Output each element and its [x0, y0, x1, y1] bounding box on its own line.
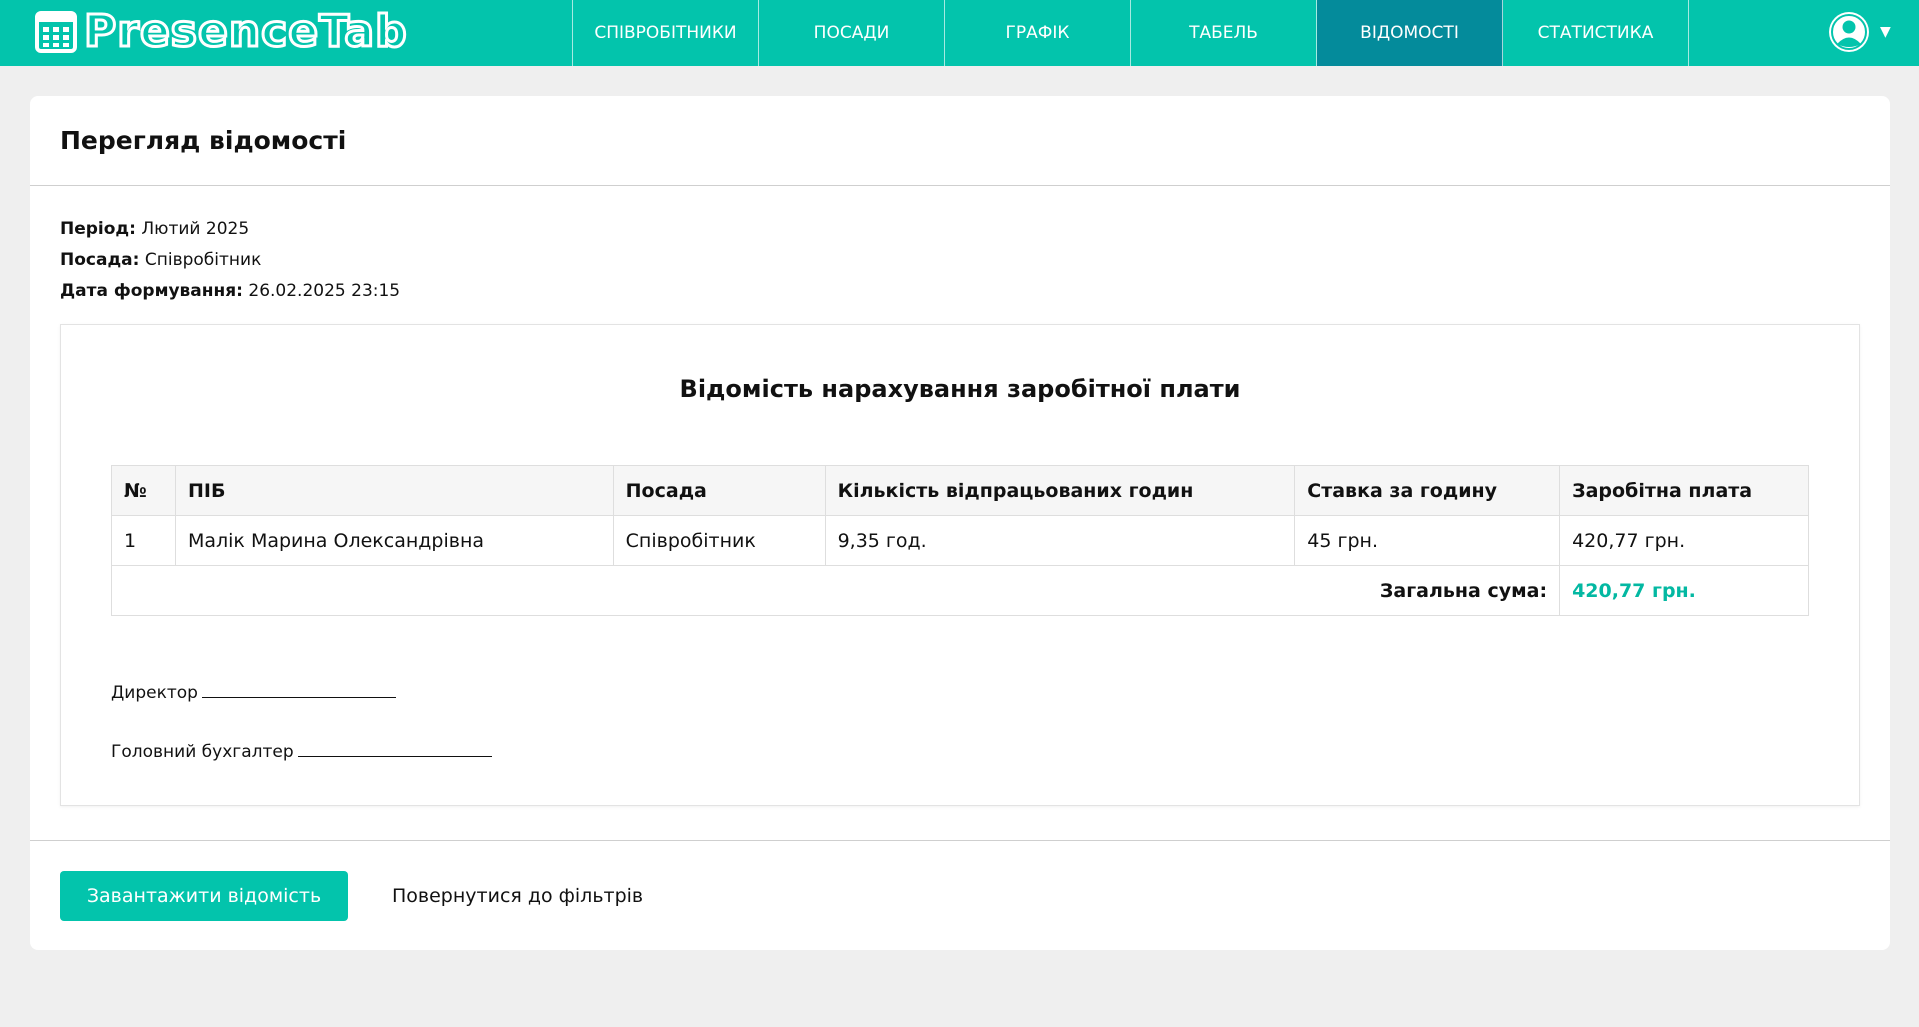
cell-rate: 45 грн.	[1294, 515, 1561, 566]
column-header-position: Посада	[612, 465, 826, 516]
total-row: Загальна сума: 420,77 грн.	[110, 565, 1809, 616]
card-footer: Завантажити відомість Повернутися до філ…	[30, 840, 1890, 950]
page-title: Перегляд відомості	[60, 126, 347, 155]
nav-employees[interactable]: СПІВРОБІТНИКИ	[573, 0, 759, 66]
top-navbar: PresenceTab СПІВРОБІТНИКИ ПОСАДИ ГРАФІК …	[0, 0, 1919, 66]
cell-salary: 420,77 грн.	[1559, 515, 1809, 566]
meta-period: Період: Лютий 2025	[60, 214, 400, 245]
signature-accountant: Головний бухгалтер	[111, 742, 492, 762]
column-header-hours: Кількість відпрацьованих годин	[824, 465, 1296, 516]
nav-schedule[interactable]: ГРАФІК	[945, 0, 1131, 66]
user-menu[interactable]: ▼	[1826, 8, 1891, 56]
column-header-number: №	[111, 465, 176, 516]
statement-meta: Період: Лютий 2025 Посада: Співробітник …	[60, 214, 400, 307]
meta-period-value: Лютий 2025	[141, 219, 250, 239]
meta-period-label: Період:	[60, 219, 136, 239]
calendar-grid-icon	[35, 11, 77, 53]
total-value: 420,77 грн.	[1559, 565, 1809, 616]
signature-director: Директор	[111, 683, 396, 703]
nav-positions[interactable]: ПОСАДИ	[759, 0, 945, 66]
meta-created-value: 26.02.2025 23:15	[248, 281, 401, 301]
column-header-name: ПІБ	[174, 465, 614, 516]
meta-position-label: Посада:	[60, 250, 140, 270]
signature-line	[201, 694, 396, 698]
brand-logo[interactable]: PresenceTab	[34, 6, 409, 57]
signature-accountant-label: Головний бухгалтер	[111, 742, 294, 762]
statement-document: Відомість нарахування заробітної плати №…	[60, 324, 1860, 806]
brand-name: PresenceTab	[83, 6, 409, 57]
chevron-down-icon[interactable]: ▼	[1880, 24, 1891, 40]
column-header-rate: Ставка за годину	[1294, 465, 1561, 516]
main-nav: СПІВРОБІТНИКИ ПОСАДИ ГРАФІК ТАБЕЛЬ ВІДОМ…	[572, 0, 1689, 66]
nav-timesheet[interactable]: ТАБЕЛЬ	[1131, 0, 1317, 66]
total-label: Загальна сума:	[110, 565, 1561, 616]
table-row: 1 Малік Марина Олександрівна Співробітни…	[111, 515, 1809, 566]
cell-position: Співробітник	[612, 515, 826, 566]
signature-director-label: Директор	[111, 683, 198, 703]
signature-line	[297, 753, 492, 757]
user-avatar-icon	[1829, 12, 1869, 52]
cell-hours: 9,35 год.	[824, 515, 1296, 566]
back-to-filters-button[interactable]: Повернутися до фільтрів	[392, 871, 643, 921]
nav-statements[interactable]: ВІДОМОСТІ	[1317, 0, 1503, 66]
card-header: Перегляд відомості	[30, 96, 1890, 186]
meta-created-label: Дата формування:	[60, 281, 243, 301]
document-title: Відомість нарахування заробітної плати	[679, 375, 1241, 403]
column-header-salary: Заробітна плата	[1559, 465, 1809, 516]
nav-statistics[interactable]: СТАТИСТИКА	[1503, 0, 1689, 66]
cell-name: Малік Марина Олександрівна	[174, 515, 614, 566]
statement-card: Перегляд відомості Період: Лютий 2025 По…	[30, 96, 1890, 950]
download-statement-button[interactable]: Завантажити відомість	[60, 871, 348, 921]
cell-number: 1	[111, 515, 176, 566]
meta-created: Дата формування: 26.02.2025 23:15	[60, 276, 400, 307]
table-header-row: № ПІБ Посада Кількість відпрацьованих го…	[111, 465, 1809, 516]
meta-position-value: Співробітник	[144, 250, 262, 270]
payroll-table: № ПІБ Посада Кількість відпрацьованих го…	[110, 465, 1809, 616]
meta-position: Посада: Співробітник	[60, 245, 400, 276]
